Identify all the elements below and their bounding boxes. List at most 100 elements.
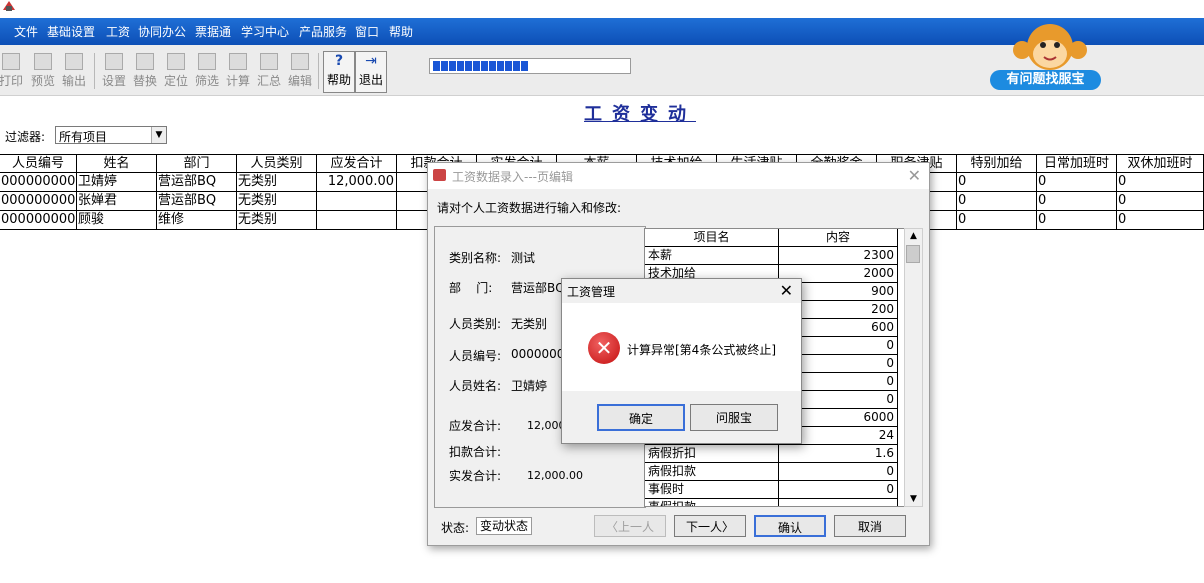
- replace-button[interactable]: 替换: [130, 51, 160, 91]
- menu-salary[interactable]: 工资: [106, 23, 130, 40]
- grid-cell[interactable]: 营运部BQ: [157, 192, 237, 211]
- grid-cell[interactable]: 0: [1037, 192, 1117, 211]
- confirm-button[interactable]: 确认: [754, 515, 826, 537]
- progress-segment: [449, 61, 456, 71]
- grid-cell[interactable]: 无类别: [237, 211, 317, 230]
- column-header[interactable]: 日常加班时: [1037, 154, 1117, 173]
- grid-cell[interactable]: 0000000001: [0, 173, 77, 192]
- grid-cell[interactable]: 维修: [157, 211, 237, 230]
- scroll-thumb[interactable]: [906, 245, 920, 263]
- close-icon[interactable]: ✕: [780, 281, 793, 300]
- grid-cell[interactable]: 无类别: [237, 192, 317, 211]
- item-value-cell[interactable]: 2300: [779, 247, 898, 265]
- question-icon: ?: [334, 53, 344, 69]
- column-header[interactable]: 人员编号: [0, 154, 77, 173]
- preview-icon: [34, 53, 52, 70]
- ask-service-button[interactable]: 问服宝: [690, 404, 778, 431]
- close-icon[interactable]: ✕: [908, 166, 921, 185]
- chevron-down-icon[interactable]: ▼: [151, 127, 166, 143]
- next-person-button[interactable]: 下一人〉: [674, 515, 746, 537]
- status-value: 变动状态: [476, 517, 532, 535]
- progress-segment: [489, 61, 496, 71]
- scroll-up-icon[interactable]: ▲: [905, 229, 922, 243]
- filter-button[interactable]: 筛选: [192, 51, 222, 91]
- item-value-cell[interactable]: 0: [779, 463, 898, 481]
- column-header[interactable]: 应发合计: [317, 154, 397, 173]
- grid-icon: [291, 53, 309, 70]
- grid-cell[interactable]: 0: [1037, 173, 1117, 192]
- column-header[interactable]: 人员类别: [237, 154, 317, 173]
- exit-door-icon: ⇥: [365, 53, 377, 69]
- item-value-cell[interactable]: 0: [779, 481, 898, 499]
- column-header[interactable]: 双休加班时: [1117, 154, 1204, 173]
- settings-icon: [105, 53, 123, 70]
- calculate-button[interactable]: 计算: [223, 51, 253, 91]
- grid-cell[interactable]: [317, 192, 397, 211]
- preview-button[interactable]: 预览: [28, 51, 58, 91]
- column-header[interactable]: 部门: [157, 154, 237, 173]
- export-button[interactable]: 输出: [59, 51, 89, 91]
- print-button[interactable]: 打印: [0, 51, 26, 91]
- cancel-button[interactable]: 取消: [834, 515, 906, 537]
- dialog-title-bar: 工资数据录入---页编辑 ✕: [428, 163, 929, 189]
- toolbar-separator: [94, 53, 95, 89]
- grid-cell[interactable]: 0: [1117, 192, 1204, 211]
- dialog-prompt: 请对个人工资数据进行输入和修改:: [437, 201, 622, 215]
- menu-basic-settings[interactable]: 基础设置: [47, 23, 95, 40]
- dept-label: 部 门:: [449, 281, 493, 295]
- grid-cell[interactable]: 0000000003: [0, 211, 77, 230]
- prev-person-button[interactable]: 〈上一人: [594, 515, 666, 537]
- settings-button[interactable]: 设置: [99, 51, 129, 91]
- menu-window[interactable]: 窗口: [355, 23, 379, 40]
- grid-cell[interactable]: 顾骏: [77, 211, 157, 230]
- menu-file[interactable]: 文件: [14, 23, 38, 40]
- grid-cell[interactable]: 营运部BQ: [157, 173, 237, 192]
- grid-cell[interactable]: 0: [1117, 211, 1204, 230]
- grid-cell[interactable]: 0000000002: [0, 192, 77, 211]
- ok-button[interactable]: 确定: [597, 404, 685, 431]
- ask-assistant-button[interactable]: 有问题找服宝: [990, 70, 1101, 90]
- column-header[interactable]: 姓名: [77, 154, 157, 173]
- title-bar: [0, 0, 1204, 18]
- help-button[interactable]: ? 帮助: [323, 51, 355, 93]
- grid-cell[interactable]: 0: [957, 211, 1037, 230]
- progress-segment: [505, 61, 512, 71]
- vertical-scrollbar[interactable]: ▲ ▼: [904, 228, 923, 507]
- edit-button[interactable]: 编辑: [285, 51, 315, 91]
- grid-cell[interactable]: [317, 211, 397, 230]
- grid-cell[interactable]: 0: [957, 173, 1037, 192]
- item-name-cell: 本薪: [645, 247, 779, 265]
- name-label: 人员姓名:: [449, 379, 502, 393]
- item-value-cell[interactable]: [779, 499, 898, 506]
- item-value-cell[interactable]: 1.6: [779, 445, 898, 463]
- grid-cell[interactable]: 0: [1037, 211, 1117, 230]
- progress-segment: [497, 61, 504, 71]
- export-icon: [65, 53, 83, 70]
- filter-value: 所有项目: [59, 130, 108, 144]
- progress-segment: [457, 61, 464, 71]
- progress-bar: [429, 58, 631, 74]
- error-icon: ✕: [588, 332, 620, 364]
- menu-learning[interactable]: 学习中心: [241, 23, 289, 40]
- summary-button[interactable]: 汇总: [254, 51, 284, 91]
- grid-cell[interactable]: 12,000.00: [317, 173, 397, 192]
- net-label: 实发合计:: [449, 469, 502, 483]
- grid-cell[interactable]: 无类别: [237, 173, 317, 192]
- filter-select[interactable]: 所有项目 ▼: [55, 126, 167, 144]
- menu-invoice[interactable]: 票据通: [195, 23, 231, 40]
- grid-cell[interactable]: 卫婧婷: [77, 173, 157, 192]
- menu-help[interactable]: 帮助: [389, 23, 413, 40]
- app-icon: [2, 0, 16, 12]
- exit-button[interactable]: ⇥ 退出: [355, 51, 387, 93]
- calculator-icon: [229, 53, 247, 70]
- grid-cell[interactable]: 0: [1117, 173, 1204, 192]
- scroll-down-icon[interactable]: ▼: [905, 492, 922, 506]
- grid-cell[interactable]: 张婵君: [77, 192, 157, 211]
- grid-cell[interactable]: 0: [957, 192, 1037, 211]
- menu-collaboration[interactable]: 协同办公: [138, 23, 186, 40]
- item-name-cell: 事假时: [645, 481, 779, 499]
- locate-button[interactable]: 定位: [161, 51, 191, 91]
- menu-products[interactable]: 产品服务: [299, 23, 347, 40]
- progress-segment: [513, 61, 520, 71]
- column-header[interactable]: 特别加给: [957, 154, 1037, 173]
